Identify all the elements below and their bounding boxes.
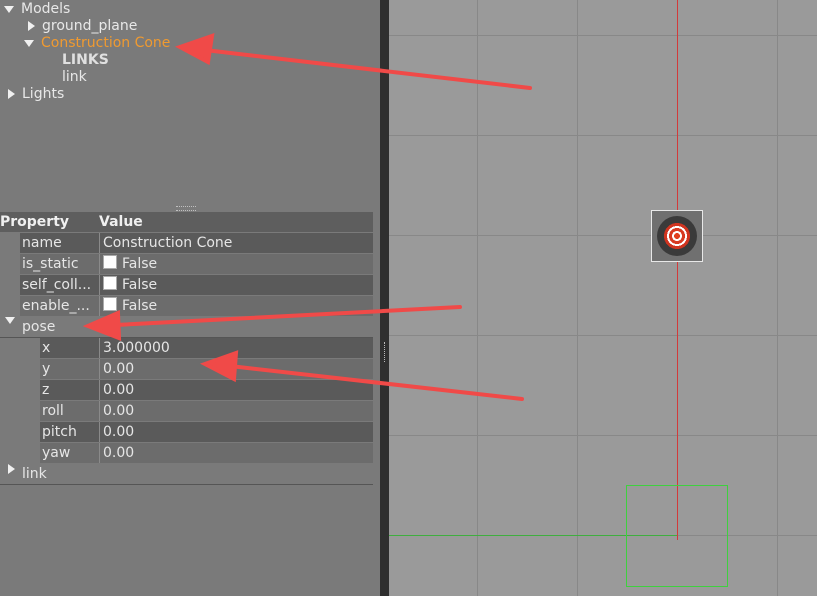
pose-label: pose bbox=[22, 319, 56, 335]
enable-wind-checkbox[interactable] bbox=[103, 297, 117, 311]
grid-line bbox=[577, 0, 578, 596]
expand-down-icon[interactable] bbox=[5, 317, 15, 324]
property-value[interactable]: 3.000000 bbox=[99, 338, 373, 358]
expand-down-icon[interactable] bbox=[4, 5, 14, 13]
property-key: y bbox=[42, 361, 51, 377]
grid-line bbox=[389, 335, 817, 336]
header-value: Value bbox=[99, 214, 143, 230]
property-value[interactable]: 0.00 bbox=[99, 443, 373, 463]
property-key: z bbox=[42, 382, 50, 398]
property-value[interactable]: 0.00 bbox=[99, 359, 373, 379]
link-group-label: link bbox=[22, 466, 47, 482]
property-row-z[interactable]: z 0.00 bbox=[0, 380, 373, 400]
property-row-y[interactable]: y 0.00 bbox=[0, 359, 373, 379]
property-key: pitch bbox=[42, 424, 77, 440]
grid-line bbox=[389, 135, 817, 136]
property-group-pose[interactable]: pose bbox=[0, 317, 373, 338]
expand-down-icon[interactable] bbox=[24, 39, 34, 47]
property-value: False bbox=[122, 256, 158, 272]
property-value[interactable]: Construction Cone bbox=[99, 233, 373, 253]
tree-item-construction-cone[interactable]: Construction Cone bbox=[24, 35, 170, 52]
tree-label-lights: Lights bbox=[22, 86, 65, 102]
property-row-x[interactable]: x 3.000000 bbox=[0, 338, 373, 358]
property-row-is-static[interactable]: is_static False bbox=[0, 254, 373, 274]
property-row-roll[interactable]: roll 0.00 bbox=[0, 401, 373, 421]
property-value[interactable]: 0.00 bbox=[99, 380, 373, 400]
world-tree: Models ground_plane Construction Cone LI… bbox=[0, 0, 380, 200]
property-key: roll bbox=[42, 403, 64, 419]
ground-plane-outline bbox=[626, 485, 728, 587]
tree-item-ground-plane[interactable]: ground_plane bbox=[28, 18, 137, 35]
property-key: is_static bbox=[22, 256, 79, 272]
panel-splitter[interactable] bbox=[380, 0, 389, 596]
property-key: self_coll... bbox=[22, 277, 92, 293]
left-panel: Models ground_plane Construction Cone LI… bbox=[0, 0, 380, 596]
property-row-self-collide[interactable]: self_coll... False bbox=[0, 275, 373, 295]
property-row-enable-wind[interactable]: enable_... False bbox=[0, 296, 373, 316]
panel-resize-grip[interactable] bbox=[176, 206, 196, 211]
tree-item-models[interactable]: Models bbox=[4, 1, 70, 18]
is-static-checkbox[interactable] bbox=[103, 255, 117, 269]
tree-label-models: Models bbox=[21, 1, 71, 17]
tree-item-link[interactable]: link bbox=[62, 69, 87, 86]
grid-line bbox=[777, 0, 778, 596]
property-table-header: Property Value bbox=[0, 212, 373, 232]
property-key: enable_... bbox=[22, 298, 90, 314]
grid-line bbox=[477, 0, 478, 596]
property-row-yaw[interactable]: yaw 0.00 bbox=[0, 443, 373, 463]
expand-right-icon[interactable] bbox=[8, 89, 15, 99]
property-group-link[interactable]: link bbox=[0, 464, 373, 485]
property-key: x bbox=[42, 340, 51, 356]
header-property: Property bbox=[0, 214, 70, 230]
property-value[interactable]: 0.00 bbox=[99, 422, 373, 442]
tree-label-ground-plane: ground_plane bbox=[42, 18, 138, 34]
tree-item-lights[interactable]: Lights bbox=[8, 86, 64, 103]
grid-line bbox=[389, 235, 817, 236]
3d-viewport[interactable] bbox=[389, 0, 817, 596]
expand-right-icon[interactable] bbox=[8, 464, 15, 474]
tree-links-header: LINKS bbox=[62, 52, 109, 68]
grid-line bbox=[389, 435, 817, 436]
construction-cone-model[interactable] bbox=[657, 216, 697, 256]
self-collide-checkbox[interactable] bbox=[103, 276, 117, 290]
tree-label-construction-cone: Construction Cone bbox=[41, 35, 171, 51]
property-row-pitch[interactable]: pitch 0.00 bbox=[0, 422, 373, 442]
property-key: yaw bbox=[42, 445, 71, 461]
property-value: False bbox=[122, 298, 158, 314]
property-row-name[interactable]: name Construction Cone bbox=[0, 233, 373, 253]
property-value[interactable]: 0.00 bbox=[99, 401, 373, 421]
grid-line bbox=[389, 35, 817, 36]
x-axis-line bbox=[677, 0, 678, 540]
splitter-grip-icon[interactable] bbox=[384, 342, 387, 362]
property-value: False bbox=[122, 277, 158, 293]
expand-right-icon[interactable] bbox=[28, 21, 35, 31]
property-key: name bbox=[22, 235, 62, 251]
